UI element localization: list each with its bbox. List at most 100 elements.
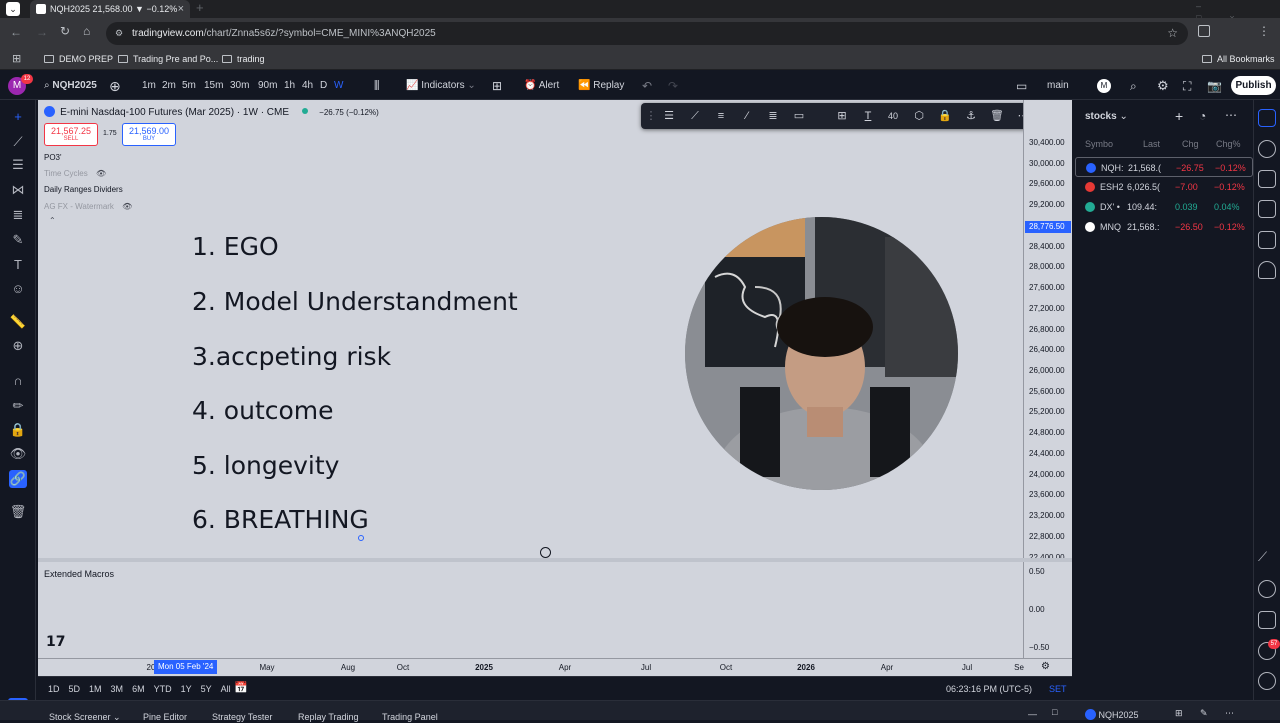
clock-readout[interactable]: 06:23:16 PM (UTC-5) [946, 677, 1032, 701]
drag-handle-icon[interactable]: ⋮ [643, 108, 659, 124]
tab-strategy-tester[interactable]: Strategy Tester [212, 712, 272, 722]
quick-search-icon[interactable]: ⌕ [1130, 72, 1137, 100]
bookmark-trading[interactable]: trading [222, 49, 265, 70]
forward-icon[interactable]: → [36, 25, 48, 39]
calendar-icon[interactable] [1258, 611, 1276, 629]
all-bookmarks[interactable]: All Bookmarks [1202, 49, 1275, 70]
list-item-ego[interactable]: 1. EGO [192, 232, 279, 261]
layout-name-button[interactable]: main [1047, 72, 1069, 100]
footer-edit-icon[interactable]: ✎ [1200, 708, 1208, 719]
watchlist-more-icon[interactable]: ⋯ [1225, 108, 1237, 122]
templates-icon[interactable]: ⊞ [492, 72, 502, 100]
range-all[interactable]: All [221, 684, 231, 694]
anchor-icon[interactable]: ⚓ [963, 108, 979, 124]
apps-icon[interactable]: ⊞ [12, 49, 21, 70]
url-input[interactable]: ⚙ tradingview.com/chart/Znna5s6z/?symbol… [106, 22, 1188, 45]
alert-button[interactable]: ⏰ Alert [524, 72, 559, 100]
indicator-time-cycles[interactable]: Time Cycles 👁 [44, 169, 106, 178]
interval-1m[interactable]: 1m [142, 72, 156, 100]
add-symbol-icon[interactable]: + [1175, 108, 1183, 124]
pane-lock-icon[interactable] [540, 547, 551, 558]
indicator-watermark[interactable]: AG FX - Watermark 👁 [44, 202, 132, 211]
eye-icon[interactable]: 👁 [122, 202, 132, 211]
templates-lines-icon[interactable]: ☰ [661, 108, 677, 124]
maximize-panel-icon[interactable]: □ [1052, 707, 1057, 717]
fib-icon[interactable]: ≣ [9, 206, 27, 224]
layout-user-icon[interactable]: M [1097, 79, 1111, 93]
table-row[interactable]: NQH: 21,568.(−26.75 −0.12% [1075, 157, 1253, 177]
collapse-legend-icon[interactable]: ⌃ [49, 216, 56, 225]
table-row[interactable]: ESH2 6,026.5(−7.00 −0.12% [1075, 177, 1253, 197]
crosshair-icon[interactable]: + [9, 108, 27, 126]
price-axis[interactable]: 30,400.00 30,000.00 29,600.00 29,200.00 28,4… [1023, 100, 1072, 562]
interval-2m[interactable]: 2m [162, 72, 176, 100]
ray-tool-icon[interactable]: ⁄ [739, 108, 755, 124]
reload-icon[interactable]: ↻ [60, 24, 70, 38]
eye-icon[interactable]: 👁 [9, 445, 27, 463]
buy-button[interactable]: 21,569.00 BUY [122, 123, 176, 146]
layout-select-icon[interactable]: ▭ [1016, 72, 1027, 100]
tab-stock-screener[interactable]: Stock Screener ⌄ [49, 712, 121, 723]
list-item-breathing[interactable]: 6. BREATHING [192, 505, 369, 534]
fullscreen-icon[interactable]: ⛶ [1183, 72, 1191, 100]
session-button[interactable]: SET [1049, 677, 1067, 701]
redo-icon[interactable]: ↷ [668, 72, 678, 100]
chart-pane[interactable]: E-mini Nasdaq-100 Futures (Mar 2025) · 1… [38, 100, 1023, 558]
zoom-in-icon[interactable]: ⊕ [9, 337, 27, 355]
indicators-button[interactable]: 📈 Indicators ⌄ [406, 72, 476, 100]
list-item-longevity[interactable]: 5. longevity [192, 451, 339, 480]
brush-icon[interactable]: ✎ [9, 231, 27, 249]
watchlist-title[interactable]: stocks ⌄ [1085, 111, 1128, 122]
interval-90m[interactable]: 90m [258, 72, 277, 100]
ruler-icon[interactable]: 📏 [9, 313, 27, 331]
notifications-bell-icon[interactable] [1258, 261, 1276, 279]
lock-icon[interactable]: 🔒 [9, 421, 27, 439]
extensions-icon[interactable] [1198, 25, 1210, 37]
table-row[interactable]: DX' • 109.44: 0.039 0.04% [1075, 197, 1253, 217]
pattern-icon[interactable]: ⋈ [9, 181, 27, 199]
indicator-po3[interactable]: PO3' [44, 153, 62, 162]
delete-drawing-icon[interactable]: 🗑 [989, 108, 1005, 124]
browser-menu-icon[interactable]: ⋮ [1258, 24, 1270, 38]
rectangle-tool-icon[interactable]: ▭ [791, 108, 807, 124]
parallel-lines-icon[interactable]: ≡ [713, 108, 729, 124]
text-color-icon[interactable]: T [860, 108, 876, 124]
target-icon[interactable] [1258, 580, 1276, 598]
advanced-view-icon[interactable]: ◔ [1199, 109, 1206, 123]
watchlist-icon[interactable] [1258, 109, 1276, 127]
alerts-clock-icon[interactable] [1258, 140, 1276, 158]
horizontal-lines-icon[interactable]: ☰ [9, 156, 27, 174]
eye-icon[interactable]: 👁 [96, 169, 106, 178]
list-item-outcome[interactable]: 4. outcome [192, 396, 334, 425]
magnet-icon[interactable]: ∩ [9, 372, 27, 390]
range-1y[interactable]: 1Y [181, 684, 192, 694]
table-row[interactable]: MNQ 21,568.: −26.50 −0.12% [1075, 217, 1253, 237]
range-3m[interactable]: 3M [111, 684, 124, 694]
range-6m[interactable]: 6M [132, 684, 145, 694]
publish-button[interactable]: Publish [1231, 76, 1276, 95]
interval-W[interactable]: W [334, 72, 343, 100]
sync-link-icon[interactable]: 🔗 [9, 470, 27, 488]
settings-hex-icon[interactable]: ⬡ [911, 108, 927, 124]
extended-macros-label[interactable]: Extended Macros [44, 569, 114, 579]
undo-icon[interactable]: ↶ [642, 72, 652, 100]
interval-1h[interactable]: 1h [284, 72, 295, 100]
bookmark-star-icon[interactable]: ☆ [1167, 22, 1178, 45]
lock-drawing-icon[interactable]: 🔒 [937, 108, 953, 124]
date-range-icon[interactable]: 📅 [234, 681, 248, 694]
pine-icon[interactable]: ⟋ [1258, 549, 1276, 567]
range-1m[interactable]: 1M [89, 684, 102, 694]
chart-type-icon[interactable]: ⫴ [374, 72, 379, 100]
bookmark-demo-prep[interactable]: DEMO PREP [44, 49, 113, 70]
range-1d[interactable]: 1D [48, 684, 60, 694]
text-tool-icon[interactable]: T [9, 256, 27, 274]
time-axis[interactable]: 20 Mon 05 Feb '24 ⚙ May Aug Oct 2025 Apr Jul O… [38, 658, 1072, 676]
minimize-panel-icon[interactable]: — [1028, 709, 1037, 719]
close-tab-icon[interactable]: × [178, 0, 184, 18]
settings-gear-icon[interactable]: ⚙ [1157, 72, 1169, 100]
snapshot-camera-icon[interactable]: 📷 [1207, 72, 1222, 100]
browser-tab[interactable]: NQH2025 21,568.00 ▼ −0.12% × [30, 0, 190, 18]
list-item-model[interactable]: 2. Model Understandment [192, 287, 518, 316]
emoji-icon[interactable]: ☺ [9, 280, 27, 298]
trend-line-icon[interactable]: ⟋ [9, 133, 27, 151]
